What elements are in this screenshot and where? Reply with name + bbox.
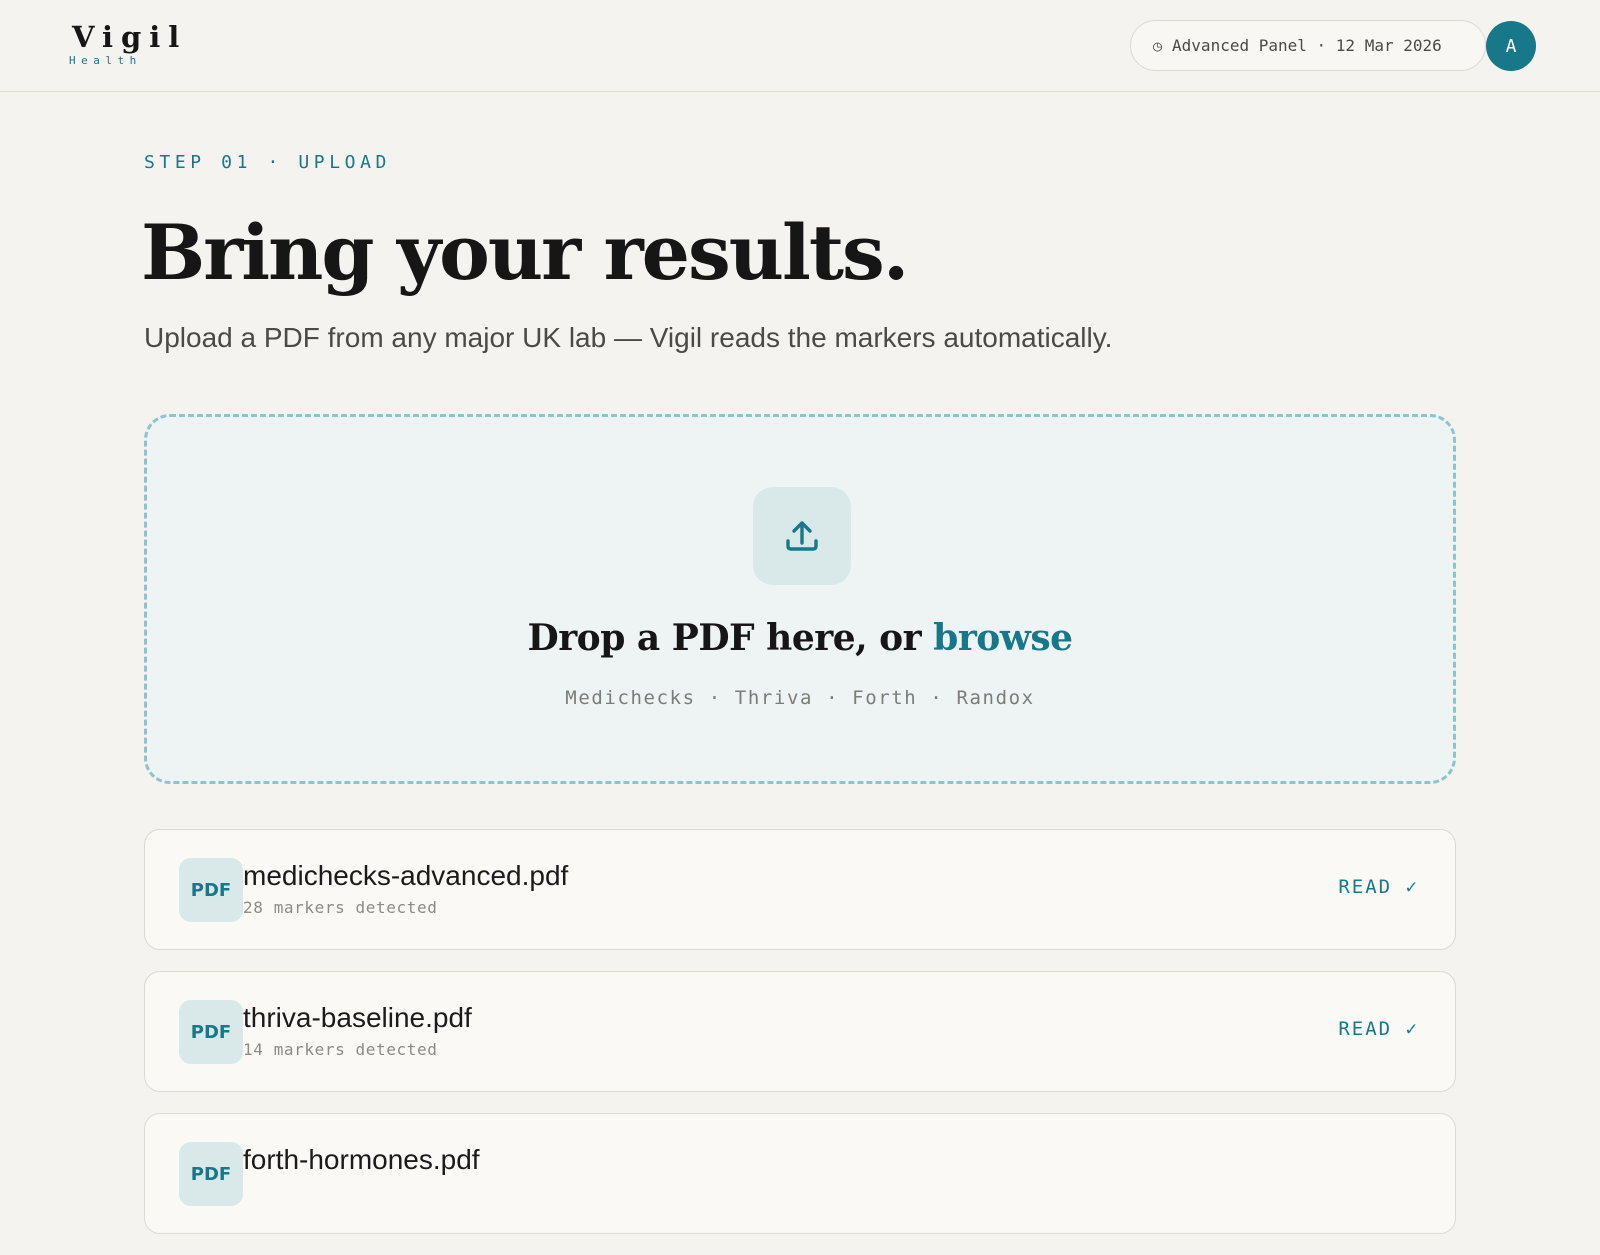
avatar[interactable]: A: [1486, 21, 1536, 71]
page-subtitle: Upload a PDF from any major UK lab — Vig…: [144, 322, 1113, 353]
file-card[interactable]: PDF thriva-baseline.pdf 14 markers detecte…: [144, 971, 1456, 1092]
dropzone-title: Drop a PDF here, or browse: [147, 617, 1453, 659]
pdf-file-icon: PDF: [179, 1000, 243, 1064]
file-name: forth-hormones.pdf: [243, 1144, 480, 1175]
session-label: Advanced Panel · 12 Mar 2026: [1172, 36, 1442, 55]
pdf-dropzone[interactable]: Drop a PDF here, or browse Medichecks · …: [144, 414, 1456, 784]
file-status-read: READ ✓: [1338, 876, 1419, 898]
top-bar: Vigil Health ◷ Advanced Panel · 12 Mar 2…: [0, 0, 1600, 92]
file-name: thriva-baseline.pdf: [243, 1002, 472, 1033]
dropzone-title-text: Drop a PDF here, or: [527, 617, 934, 659]
file-marker-count: 28 markers detected: [243, 898, 438, 917]
uploaded-files-list: PDF medichecks-advanced.pdf 28 markers det…: [144, 829, 1456, 1255]
session-pill[interactable]: ◷ Advanced Panel · 12 Mar 2026: [1130, 20, 1486, 71]
upload-icon: [753, 487, 851, 585]
vigil-logo[interactable]: Vigil Health: [69, 20, 188, 68]
file-name: medichecks-advanced.pdf: [243, 860, 569, 891]
file-card[interactable]: PDF forth-hormones.pdf: [144, 1113, 1456, 1234]
file-card[interactable]: PDF medichecks-advanced.pdf 28 markers det…: [144, 829, 1456, 950]
step-eyebrow: STEP 01 · UPLOAD: [144, 152, 391, 173]
supported-labs: Medichecks · Thriva · Forth · Randox: [565, 687, 1035, 709]
file-status-read: READ ✓: [1338, 1018, 1419, 1040]
logo-wordmark: Vigil: [72, 20, 188, 54]
page-title: Bring your results.: [141, 208, 909, 297]
browse-link[interactable]: browse: [933, 617, 1073, 659]
logo-subtitle: Health: [69, 54, 142, 67]
clock-icon: ◷: [1153, 36, 1163, 55]
pdf-file-icon: PDF: [179, 858, 243, 922]
file-marker-count: 14 markers detected: [243, 1040, 438, 1059]
